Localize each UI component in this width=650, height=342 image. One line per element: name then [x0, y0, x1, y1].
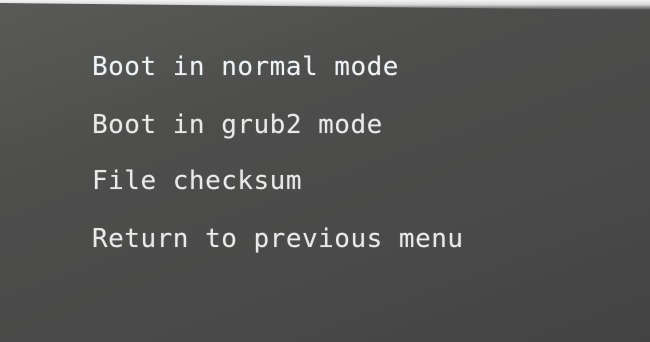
- boot-menu-screen: Boot in normal mode Boot in grub2 mode F…: [0, 0, 650, 342]
- boot-menu: Boot in normal mode Boot in grub2 mode F…: [0, 0, 650, 342]
- menu-item-boot-grub2[interactable]: Boot in grub2 mode: [92, 110, 383, 140]
- menu-item-label-boot-normal[interactable]: Boot in normal mode: [92, 52, 399, 82]
- menu-item-return-previous[interactable]: Return to previous menu: [92, 224, 464, 254]
- menu-item-file-checksum[interactable]: File checksum: [92, 166, 302, 196]
